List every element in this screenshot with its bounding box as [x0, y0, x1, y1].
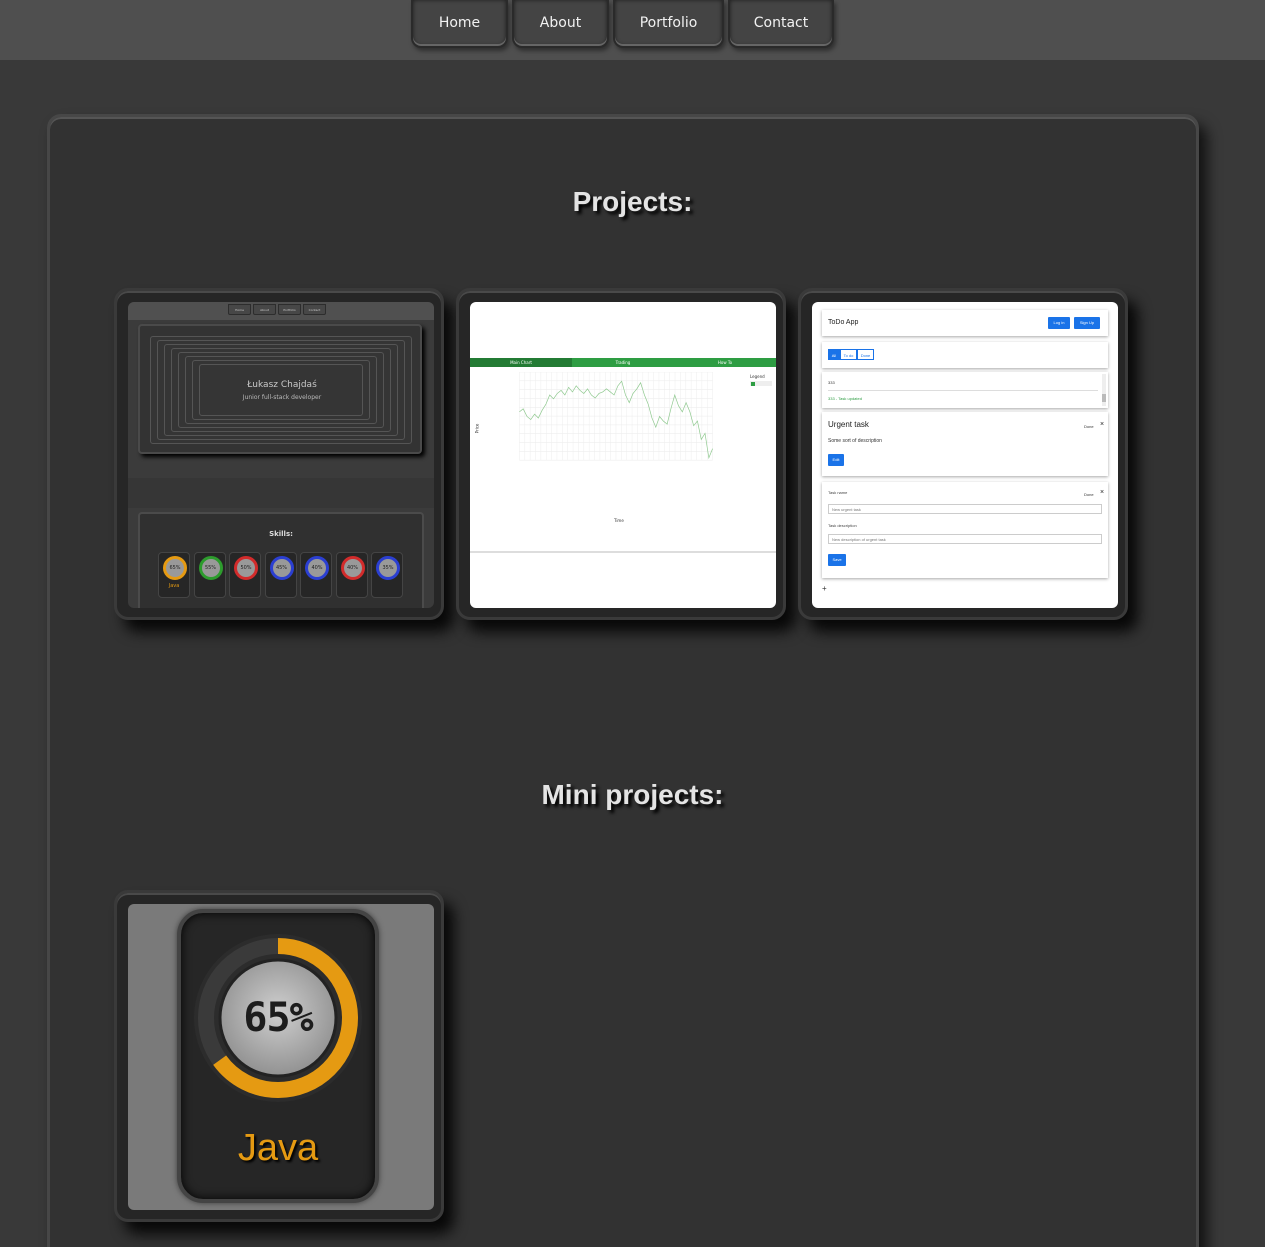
thumb-skill-gauge: 35% — [371, 552, 403, 598]
mini-projects-heading: Mini projects: — [541, 779, 724, 810]
todo-edit-button: Edit — [828, 454, 844, 466]
thumb-skill-ring: 40% — [305, 556, 329, 580]
todo-list: 333 333 - Task updated — [822, 372, 1108, 408]
nav-home-button[interactable]: Home — [411, 0, 508, 48]
thumb-skill-gauge: 65% Java — [158, 552, 190, 598]
mini-project-card-gauge[interactable]: 65% Java — [114, 890, 444, 1222]
thumb-hero: Łukasz Chajdaś Junior full-stack develop… — [138, 324, 422, 454]
nav-about-button[interactable]: About — [512, 0, 609, 48]
todo-save-button: Save — [828, 554, 846, 566]
nav-contact-button[interactable]: Contact — [728, 0, 834, 48]
portfolio-thumbnail: Home About Portfolio Contact Łukasz Chaj… — [128, 302, 434, 608]
thumb-tab: Main Chart — [470, 358, 572, 367]
thumb-tab: How To — [717, 360, 733, 365]
thumb-nav-item: Portfolio — [278, 304, 301, 315]
thumb-skill-ring: 45% — [269, 556, 294, 580]
gauge-value: 65% — [243, 995, 313, 1041]
thumb-nav-item: Contact — [303, 304, 326, 315]
todo-list-item: 333 - Task updated — [828, 396, 862, 401]
todo-login-button: Log in — [1048, 317, 1070, 329]
thumb-skill-ring: 55% — [198, 556, 223, 580]
todo-filter-todo: To do — [840, 349, 857, 360]
todo-task-card: Urgent task Done × Some sort of descript… — [822, 412, 1108, 476]
todo-filter-bar: All To do Done — [822, 342, 1108, 368]
thumb-skills-title: Skills: — [269, 530, 293, 538]
thumb-divider-band — [128, 478, 434, 508]
nav-portfolio-button[interactable]: Portfolio — [613, 0, 724, 48]
todo-task-name-label: Task name — [828, 490, 848, 495]
gauge-thumbnail: 65% Java — [128, 904, 434, 1210]
nav-menu: Home About Portfolio Contact — [411, 0, 834, 48]
todo-header: ToDo App Log in Sign Up — [822, 310, 1108, 336]
projects-heading: Projects: — [572, 186, 693, 217]
thumb-legend-box — [750, 381, 772, 386]
thumb-x-axis-label: Time — [614, 518, 624, 523]
thumb-divider — [470, 551, 776, 553]
thumb-skill-gauge: 40% — [300, 552, 332, 598]
top-navbar: Home About Portfolio Contact — [0, 0, 1265, 60]
thumb-price-chart — [519, 372, 713, 461]
todo-app-title: ToDo App — [828, 319, 859, 326]
thumb-nav-item: About — [253, 304, 276, 315]
thumb-y-axis-label: Price — [474, 423, 480, 434]
todo-task-desc-label: Task description — [828, 523, 857, 528]
todo-done-checkbox: Done — [1084, 424, 1094, 429]
thumb-subtitle: Junior full-stack developer — [242, 394, 322, 401]
todo-task-desc-field: New description of urgent task — [828, 534, 1102, 544]
gauge-label: Java — [237, 1127, 319, 1169]
project-card-todo[interactable]: ToDo App Log in Sign Up All To do Done 3… — [798, 288, 1128, 620]
thumb-navbar: Home About Portfolio Contact — [128, 302, 434, 320]
thumb-skill-ring: 50% — [234, 556, 258, 580]
thumb-skill-label: Java — [168, 583, 180, 589]
thumb-skill-ring: 65% — [163, 556, 187, 580]
thumb-skill-gauge: 40% — [335, 552, 368, 598]
todo-list-item: 333 — [828, 380, 835, 385]
thumb-skills-box: Skills: 65% Java 55% 50% 45% 40% 40% 35% — [138, 512, 424, 608]
thumb-skill-gauge: 45% — [264, 552, 297, 598]
todo-delete-icon: × — [1100, 421, 1105, 428]
thumb-skill-gauge: 50% — [229, 552, 261, 598]
todo-filter-done: Done — [857, 349, 874, 360]
thumb-legend-title: Legend — [750, 374, 765, 379]
project-card-chart[interactable]: Main Chart Trading How To Legend Price T… — [456, 288, 786, 620]
todo-signup-button: Sign Up — [1074, 317, 1100, 329]
thumb-name: Łukasz Chajdaś — [247, 380, 317, 390]
todo-thumbnail: ToDo App Log in Sign Up All To do Done 3… — [812, 302, 1118, 608]
chart-thumbnail: Main Chart Trading How To Legend Price T… — [470, 302, 776, 608]
todo-task-description: Some sort of description — [828, 438, 882, 444]
todo-task-name: Urgent task — [828, 420, 869, 429]
thumb-chart-tabs: Main Chart Trading How To — [470, 358, 776, 367]
todo-done-checkbox: Done — [1084, 492, 1094, 497]
todo-filter-all: All — [828, 349, 840, 360]
gauge-frame: 65% Java — [177, 909, 379, 1203]
todo-delete-icon: × — [1100, 489, 1105, 496]
thumb-hero-frame — [199, 364, 363, 416]
thumb-skill-ring: 35% — [376, 556, 400, 580]
thumb-skill-gauge: 55% — [193, 552, 226, 598]
thumb-nav-item: Home — [228, 304, 251, 315]
todo-add-icon: + — [822, 584, 827, 593]
project-card-portfolio[interactable]: Home About Portfolio Contact Łukasz Chaj… — [114, 288, 444, 620]
thumb-skill-ring: 40% — [340, 556, 365, 580]
thumb-tab: Trading — [615, 360, 631, 365]
todo-new-task-form: Task name Done × New urgent task Task de… — [822, 482, 1108, 578]
todo-task-name-field: New urgent task — [828, 504, 1102, 514]
